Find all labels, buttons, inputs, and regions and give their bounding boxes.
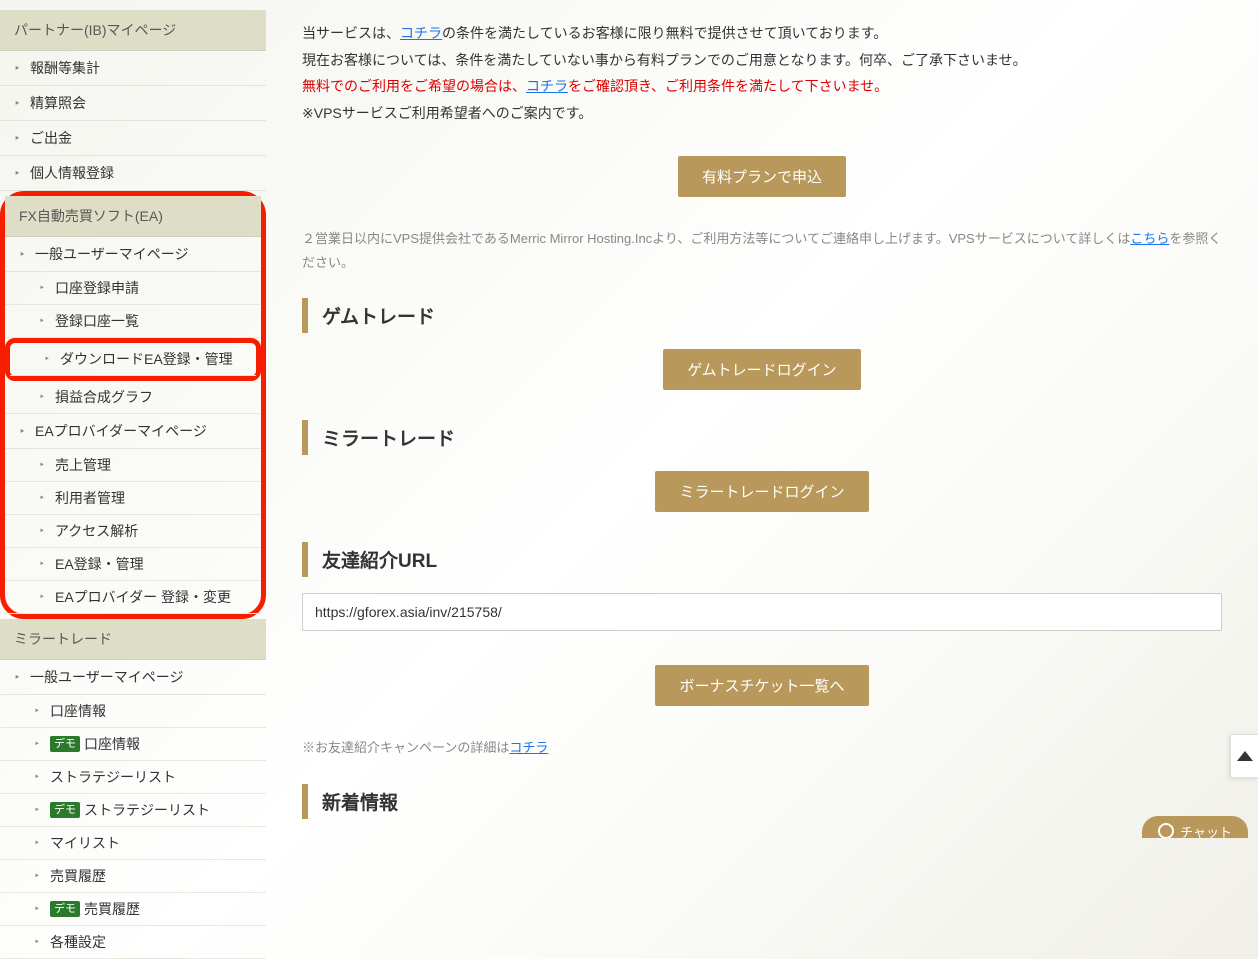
sidebar-item-access-analytics[interactable]: アクセス解析 (5, 515, 261, 548)
sidebar-item-strategy-list[interactable]: ストラテジーリスト (0, 761, 266, 794)
friend-note: ※お友達紹介キャンペーンの詳細はコチラ (302, 736, 1222, 759)
sidebar-item-label: 売買履歴 (84, 899, 140, 919)
sidebar-item-settlement-inquiry[interactable]: 精算照会 (0, 86, 266, 121)
intro-line2: 現在お客様については、条件を満たしていない事から有料プランでのご用意となります。… (302, 47, 1222, 74)
sidebar-item-ea-register[interactable]: EA登録・管理 (5, 548, 261, 581)
sidebar-header-partner-ib: パートナー(IB)マイページ (0, 10, 266, 51)
link-conditions[interactable]: コチラ (400, 25, 442, 41)
sidebar-item-label: 口座情報 (84, 734, 140, 754)
friend-url-input[interactable] (302, 593, 1222, 631)
friend-note-a: ※お友達紹介キャンペーンの詳細は (302, 740, 509, 755)
sidebar-item-various-settings[interactable]: 各種設定 (0, 926, 266, 959)
sidebar-item-withdrawal[interactable]: ご出金 (0, 121, 266, 156)
vps-note: ２営業日以内にVPS提供会社であるMerric Mirror Hosting.I… (302, 227, 1222, 274)
gemtrade-login-button[interactable]: ゲムトレードログイン (663, 349, 860, 390)
section-mirrortrade-heading: ミラートレード (302, 420, 1222, 455)
sidebar-item-demo-trade-history[interactable]: デモ売買履歴 (0, 893, 266, 926)
highlight-box-outer: FX自動売買ソフト(EA) 一般ユーザーマイページ 口座登録申請 登録口座一覧 … (0, 191, 266, 619)
highlight-box-inner: ダウンロードEA登録・管理 (5, 338, 261, 381)
sidebar-item-account-list[interactable]: 登録口座一覧 (5, 305, 261, 338)
paid-plan-apply-button[interactable]: 有料プランで申込 (678, 156, 846, 197)
sidebar-item-download-ea[interactable]: ダウンロードEA登録・管理 (10, 343, 256, 376)
sidebar-item-label: ストラテジーリスト (84, 800, 210, 820)
sidebar-item-user-mgmt[interactable]: 利用者管理 (5, 482, 261, 515)
chat-widget-button[interactable]: チャット (1142, 816, 1248, 838)
bonus-ticket-list-button[interactable]: ボーナスチケット一覧へ (655, 665, 868, 706)
section-news-heading: 新着情報 (302, 784, 1222, 819)
sidebar-item-account-apply[interactable]: 口座登録申請 (5, 272, 261, 305)
intro-line1-a: 当サービスは、 (302, 25, 400, 41)
sidebar-item-general-user-mypage[interactable]: 一般ユーザーマイページ (5, 237, 261, 272)
intro-text-block: 当サービスは、コチラの条件を満たしているお客様に限り無料で提供させて頂いておりま… (302, 20, 1222, 126)
section-friend-url-heading: 友達紹介URL (302, 542, 1222, 577)
sidebar-item-general-user-mypage-2[interactable]: 一般ユーザーマイページ (0, 660, 266, 695)
sidebar-item-sales-mgmt[interactable]: 売上管理 (5, 449, 261, 482)
sidebar-item-reward-summary[interactable]: 報酬等集計 (0, 51, 266, 86)
sidebar: パートナー(IB)マイページ 報酬等集計 精算照会 ご出金 個人情報登録 FX自… (0, 0, 266, 959)
vps-note-a: ２営業日以内にVPS提供会社であるMerric Mirror Hosting.I… (302, 231, 1130, 246)
intro-line1-b: の条件を満たしているお客様に限り無料で提供させて頂いております。 (442, 25, 887, 41)
sidebar-item-personal-info[interactable]: 個人情報登録 (0, 156, 266, 191)
sidebar-item-account-info[interactable]: 口座情報 (0, 695, 266, 728)
mirrortrade-login-button[interactable]: ミラートレードログイン (655, 471, 868, 512)
link-free-conditions[interactable]: コチラ (526, 78, 568, 94)
sidebar-item-demo-strategy-list[interactable]: デモストラテジーリスト (0, 794, 266, 827)
friend-campaign-link[interactable]: コチラ (509, 740, 548, 755)
intro-line4: ※VPSサービスご利用希望者へのご案内です。 (302, 100, 1222, 127)
sidebar-item-ea-provider-mypage[interactable]: EAプロバイダーマイページ (5, 414, 261, 449)
intro-line3-a: 無料でのご利用をご希望の場合は、 (302, 78, 526, 94)
demo-badge-icon: デモ (50, 736, 80, 752)
sidebar-item-pl-graph[interactable]: 損益合成グラフ (5, 381, 261, 414)
section-gemtrade-heading: ゲムトレード (302, 298, 1222, 333)
demo-badge-icon: デモ (50, 901, 80, 917)
sidebar-item-demo-account-info[interactable]: デモ口座情報 (0, 728, 266, 761)
chat-label: チャット (1180, 822, 1232, 839)
sidebar-header-mirror-trade: ミラートレード (0, 619, 266, 660)
sidebar-header-fx-ea: FX自動売買ソフト(EA) (5, 196, 261, 237)
sidebar-item-ea-provider-register[interactable]: EAプロバイダー 登録・変更 (5, 581, 261, 614)
demo-badge-icon: デモ (50, 802, 80, 818)
vps-link[interactable]: こちら (1130, 231, 1169, 246)
intro-line3-b: をご確認頂き、ご利用条件を満たして下さいませ。 (568, 78, 888, 94)
chat-icon (1158, 823, 1174, 838)
sidebar-item-trade-history[interactable]: 売買履歴 (0, 860, 266, 893)
scroll-top-button[interactable] (1230, 734, 1258, 778)
main-content: 当サービスは、コチラの条件を満たしているお客様に限り無料で提供させて頂いておりま… (266, 0, 1258, 959)
sidebar-item-my-list[interactable]: マイリスト (0, 827, 266, 860)
